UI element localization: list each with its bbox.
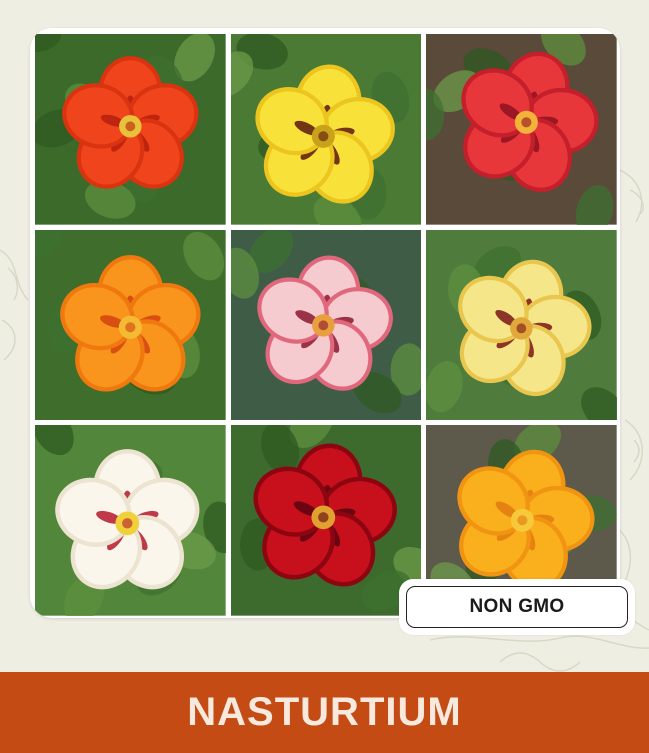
- title-banner: NASTURTIUM: [0, 672, 649, 753]
- photo-cream-white-nasturtium: [35, 425, 226, 616]
- photo-orange-nasturtium: [35, 34, 226, 225]
- flower-photo-graphic: [426, 34, 617, 225]
- flower-photo-graphic: [230, 34, 422, 225]
- flower-photo-graphic: [35, 34, 226, 225]
- flower-photo-graphic: [426, 229, 617, 421]
- badge-label: NON GMO: [406, 586, 628, 628]
- flower-collage-card: [30, 28, 620, 618]
- photo-grid: [35, 34, 617, 616]
- photo-pink-cream-nasturtium: [230, 229, 422, 421]
- photo-yellow-nasturtium: [230, 34, 422, 225]
- product-title: NASTURTIUM: [187, 690, 462, 734]
- flower-photo-graphic: [35, 425, 226, 616]
- flower-photo-graphic: [230, 229, 422, 421]
- photo-red-streaked-nasturtium: [426, 34, 617, 225]
- flower-photo-graphic: [230, 425, 422, 616]
- photo-crimson-nasturtium: [230, 425, 422, 616]
- photo-butter-yellow-nasturtium: [426, 229, 617, 421]
- photo-tangerine-nasturtium: [35, 229, 226, 421]
- flower-photo-graphic: [35, 229, 226, 421]
- non-gmo-badge: NON GMO: [399, 579, 635, 635]
